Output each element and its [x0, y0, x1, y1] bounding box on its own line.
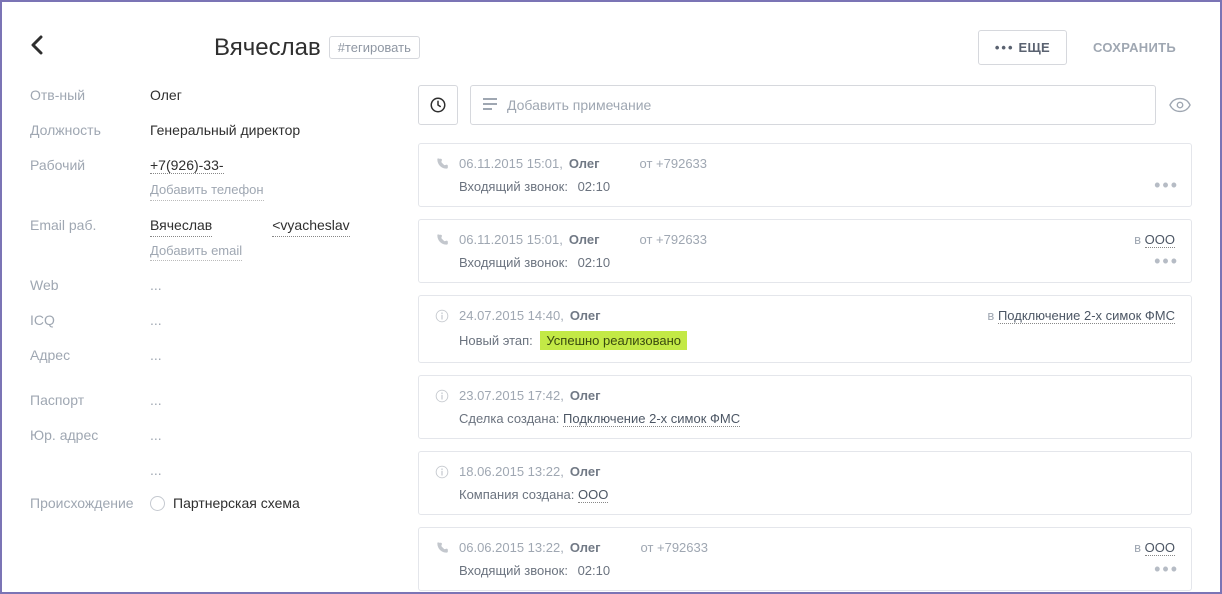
- tag-button[interactable]: #тегировать: [329, 36, 420, 59]
- extra-value[interactable]: ...: [150, 460, 162, 481]
- card-body-label: Новый этап:: [459, 333, 533, 348]
- phone-icon: [435, 157, 453, 171]
- card-owner: Олег: [569, 156, 600, 171]
- contact-title: Вячеслав: [214, 34, 321, 62]
- web-label: Web: [30, 275, 150, 296]
- feed-card: 06.06.2015 13:22, Олег от +792633 в ООО Вхо…: [418, 527, 1192, 591]
- note-icon: [483, 97, 497, 113]
- extra-label: [30, 460, 150, 481]
- add-email-link[interactable]: Добавить email: [150, 241, 242, 262]
- activity-feed: 06.11.2015 15:01, Олег от +792633 Входящий …: [418, 143, 1192, 591]
- card-timestamp: 06.06.2015 13:22,: [459, 540, 564, 555]
- add-phone-link[interactable]: Добавить телефон: [150, 180, 264, 201]
- card-body-label: Входящий звонок:: [459, 563, 568, 578]
- legal-address-label: Юр. адрес: [30, 425, 150, 446]
- address-value[interactable]: ...: [150, 345, 162, 366]
- card-from: от +792633: [640, 232, 707, 247]
- card-body-link[interactable]: Подключение 2-х симок ФМС: [563, 411, 740, 427]
- origin-value: Партнерская схема: [173, 495, 300, 511]
- info-icon: [435, 465, 453, 479]
- info-icon: [435, 389, 453, 403]
- note-input[interactable]: [507, 97, 1143, 113]
- card-detail-link[interactable]: в Подключение 2-х симок ФМС: [987, 308, 1175, 323]
- icq-value[interactable]: ...: [150, 310, 162, 331]
- feed-card: 06.11.2015 15:01, Олег от +792633 в ООО Вхо…: [418, 219, 1192, 283]
- feed-card: 24.07.2015 14:40, Олег в Подключение 2-х с…: [418, 295, 1192, 363]
- clock-icon: [429, 96, 447, 114]
- web-value[interactable]: ...: [150, 275, 162, 296]
- card-timestamp: 06.11.2015 15:01,: [459, 156, 563, 171]
- card-owner: Олег: [570, 540, 601, 555]
- card-body: Входящий звонок: 02:10: [435, 255, 1175, 270]
- card-body-label: Входящий звонок:: [459, 255, 568, 270]
- address-label: Адрес: [30, 345, 150, 366]
- work-phone-label: Рабочий: [30, 155, 150, 201]
- card-owner: Олег: [570, 464, 601, 479]
- card-body: Компания создана: ООО: [435, 487, 1175, 502]
- card-owner: Олег: [570, 388, 601, 403]
- card-body: Новый этап: Успешно реализовано: [435, 331, 1175, 350]
- call-duration: 02:10: [578, 255, 611, 270]
- card-menu-button[interactable]: •••: [1154, 251, 1179, 272]
- responsible-value[interactable]: Олег: [150, 85, 182, 106]
- icq-label: ICQ: [30, 310, 150, 331]
- visibility-button[interactable]: [1168, 85, 1192, 125]
- card-menu-button[interactable]: •••: [1154, 559, 1179, 580]
- call-duration: 02:10: [578, 179, 611, 194]
- email-value[interactable]: Вячеслав <vyacheslav: [150, 215, 350, 237]
- feed-card: 23.07.2015 17:42, Олег Сделка создана: Под…: [418, 375, 1192, 439]
- responsible-label: Отв-ный: [30, 85, 150, 106]
- card-detail-link[interactable]: в ООО: [1134, 540, 1175, 555]
- card-from: от +792633: [640, 156, 707, 171]
- feed-card: 06.11.2015 15:01, Олег от +792633 Входящий …: [418, 143, 1192, 207]
- note-input-wrap[interactable]: [470, 85, 1156, 125]
- dots-icon: •••: [995, 40, 1015, 55]
- stage-pill: Успешно реализовано: [540, 331, 687, 350]
- card-detail-link[interactable]: в ООО: [1134, 232, 1175, 247]
- position-value[interactable]: Генеральный директор: [150, 120, 300, 141]
- email-label: Email раб.: [30, 215, 150, 262]
- phone-icon: [435, 541, 453, 555]
- history-button[interactable]: [418, 85, 458, 125]
- card-timestamp: 23.07.2015 17:42,: [459, 388, 564, 403]
- position-label: Должность: [30, 120, 150, 141]
- info-icon: [435, 309, 453, 323]
- passport-value[interactable]: ...: [150, 390, 162, 411]
- work-phone-value[interactable]: +7(926)-33-: [150, 155, 264, 176]
- origin-label: Происхождение: [30, 495, 150, 511]
- feed-card: 18.06.2015 13:22, Олег Компания создана: О…: [418, 451, 1192, 515]
- card-owner: Олег: [570, 308, 601, 323]
- card-from: от +792633: [641, 540, 708, 555]
- passport-label: Паспорт: [30, 390, 150, 411]
- phone-icon: [435, 233, 453, 247]
- more-button[interactable]: •••ЕЩЕ: [978, 30, 1067, 65]
- card-menu-button[interactable]: •••: [1154, 175, 1179, 196]
- card-body: Входящий звонок: 02:10: [435, 563, 1175, 578]
- card-body: Входящий звонок: 02:10: [435, 179, 1175, 194]
- card-owner: Олег: [569, 232, 600, 247]
- call-duration: 02:10: [578, 563, 611, 578]
- card-timestamp: 06.11.2015 15:01,: [459, 232, 563, 247]
- card-body-label: Сделка создана:: [459, 411, 559, 426]
- eye-icon: [1169, 97, 1191, 113]
- details-panel: Отв-ный Олег Должность Генеральный дирек…: [30, 85, 390, 591]
- card-timestamp: 24.07.2015 14:40,: [459, 308, 564, 323]
- card-body-label: Компания создана:: [459, 487, 574, 502]
- card-body-link[interactable]: ООО: [578, 487, 608, 503]
- origin-radio[interactable]: [150, 496, 165, 511]
- save-button[interactable]: СОХРАНИТЬ: [1077, 30, 1192, 65]
- legal-address-value[interactable]: ...: [150, 425, 162, 446]
- card-timestamp: 18.06.2015 13:22,: [459, 464, 564, 479]
- card-body-label: Входящий звонок:: [459, 179, 568, 194]
- card-body: Сделка создана: Подключение 2-х симок ФМ…: [435, 411, 1175, 426]
- back-button[interactable]: [30, 35, 44, 61]
